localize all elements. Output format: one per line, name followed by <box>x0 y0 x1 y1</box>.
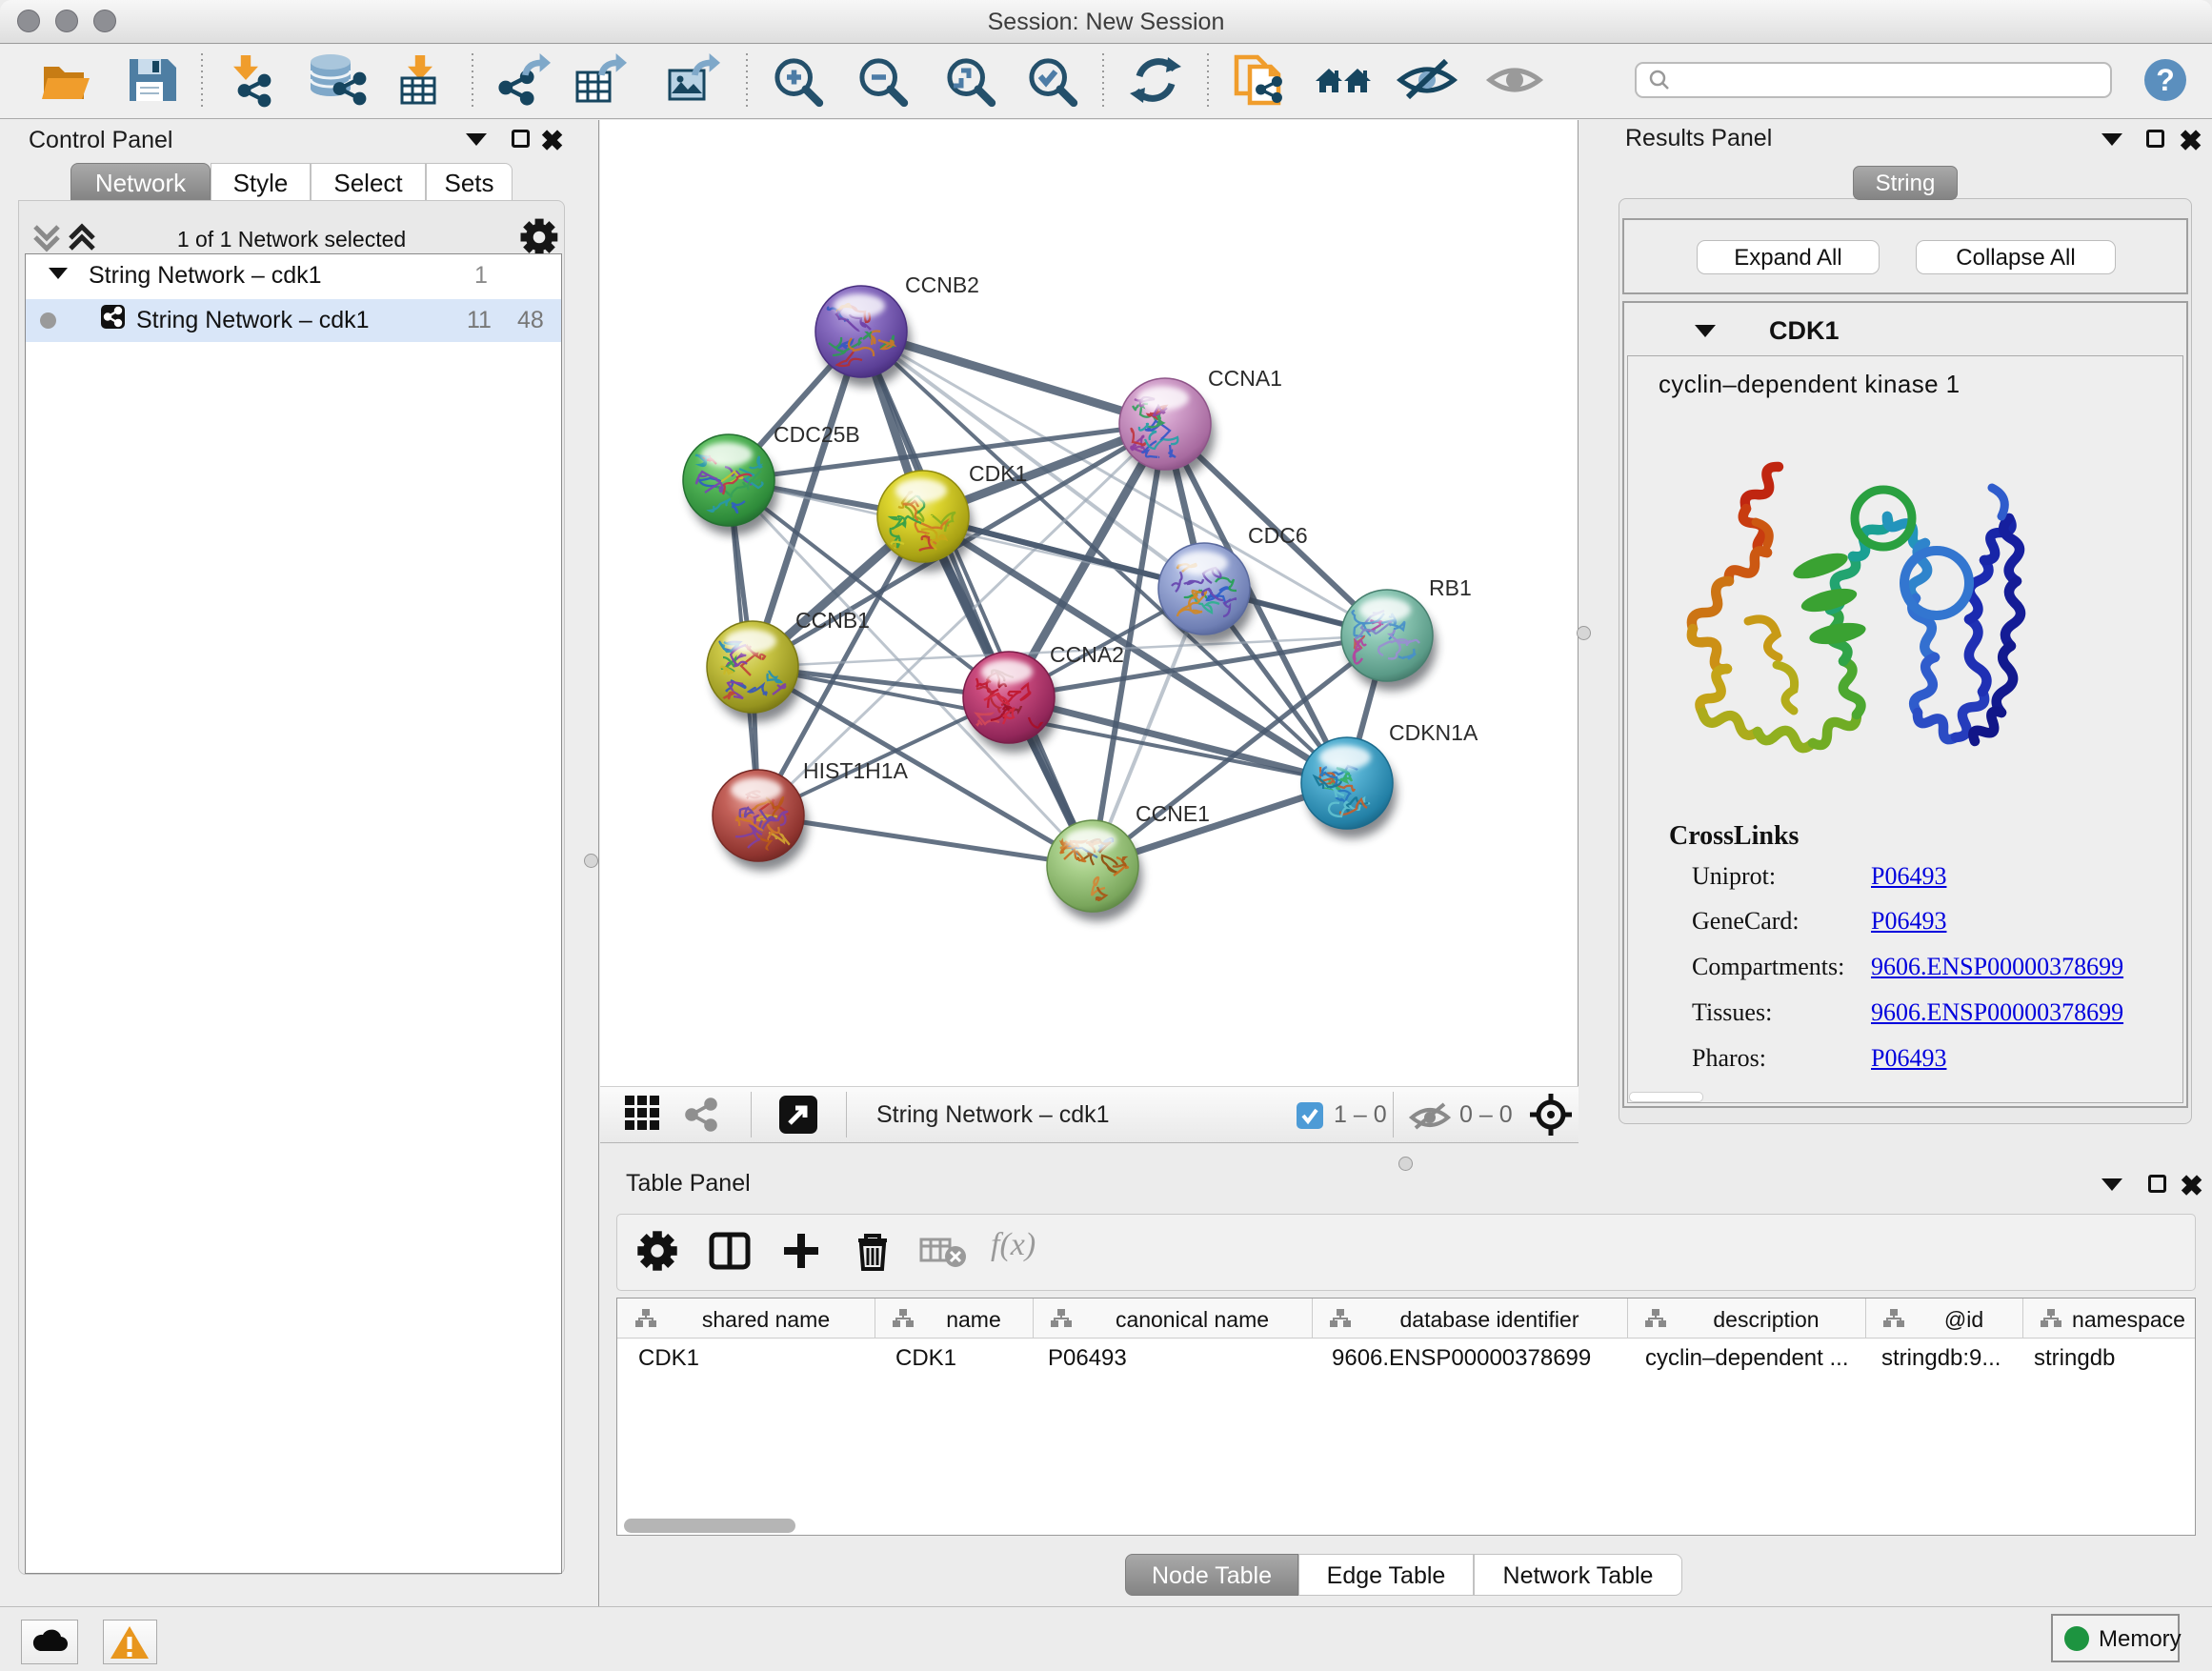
svg-text:HIST1H1A: HIST1H1A <box>803 758 909 783</box>
svg-text:CCNA2: CCNA2 <box>1050 642 1124 667</box>
svg-text:CDC25B: CDC25B <box>774 422 860 447</box>
svg-text:CDC6: CDC6 <box>1248 523 1308 548</box>
svg-text:CDKN1A: CDKN1A <box>1389 720 1478 745</box>
svg-text:CCNB1: CCNB1 <box>795 608 870 633</box>
svg-text:RB1: RB1 <box>1429 575 1472 600</box>
svg-text:CCNA1: CCNA1 <box>1208 366 1282 391</box>
svg-text:CDK1: CDK1 <box>969 461 1027 486</box>
svg-text:CCNB2: CCNB2 <box>905 272 979 297</box>
svg-text:CCNE1: CCNE1 <box>1136 801 1210 826</box>
svg-text:?: ? <box>2156 63 2175 97</box>
